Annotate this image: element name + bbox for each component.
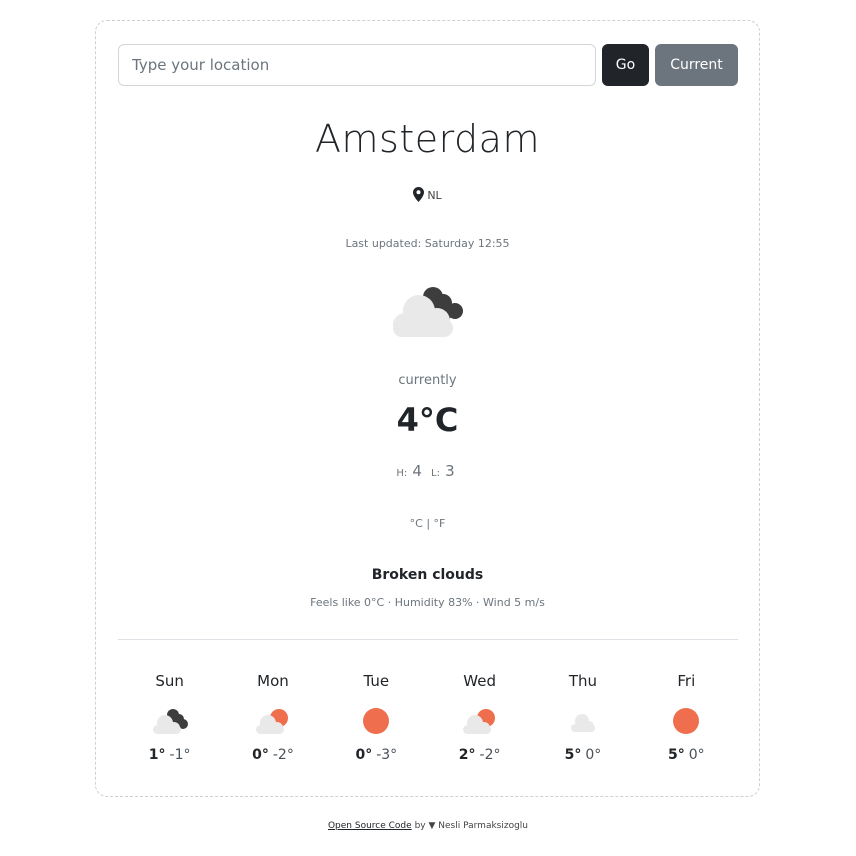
clear-sky-icon — [363, 708, 390, 734]
forecast-high: 0° — [252, 747, 269, 763]
forecast-day-name: Thu — [568, 672, 598, 690]
forecast-low: -3° — [376, 747, 398, 763]
forecast-row: Sun 1° -1° Mon 0° -2° Tue 0° -3° Wed 2° -2° Thu 5° 0° F… — [118, 669, 738, 779]
forecast-day-name: Tue — [363, 672, 390, 690]
current-location-button[interactable]: Current — [655, 44, 738, 86]
low-value: 3 — [445, 462, 455, 480]
forecast-day: Tue 0° -3° — [325, 669, 428, 779]
footer: Open Source Code by ▼ Nesli Parmaksizogl… — [0, 821, 856, 831]
map-pin-icon — [413, 187, 425, 202]
weather-description: Broken clouds — [371, 567, 484, 583]
forecast-high: 1° — [148, 747, 166, 763]
forecast-day: Mon 0° -2° — [221, 669, 324, 779]
heart-icon: ▼ — [428, 821, 436, 831]
forecast-temps: 0° -3° — [325, 747, 428, 763]
country-row: NL — [96, 187, 759, 202]
few-clouds-icon — [255, 709, 288, 734]
unit-toggle: °C | °F — [96, 517, 759, 530]
broken-clouds-icon — [393, 287, 463, 337]
celsius-toggle[interactable]: °C — [410, 517, 423, 530]
country-code: NL — [427, 189, 442, 202]
forecast-temps: 5° 0° — [635, 747, 738, 763]
forecast-temps: 1° -1° — [118, 747, 221, 763]
forecast-day: Wed 2° -2° — [428, 669, 531, 779]
forecast-day-name: Mon — [257, 672, 289, 690]
forecast-low: 0° — [688, 747, 705, 763]
forecast-day-name: Sun — [155, 672, 184, 690]
forecast-day: Sun 1° -1° — [118, 669, 221, 779]
forecast-temps: 0° -2° — [221, 747, 324, 763]
forecast-temps: 2° -2° — [428, 747, 531, 763]
forecast-low: 0° — [585, 747, 602, 763]
forecast-high: 5° — [667, 747, 685, 763]
forecast-low: -2° — [272, 747, 294, 763]
forecast-day-name: Wed — [463, 672, 496, 690]
search-row: Go Current — [118, 44, 738, 86]
forecast-high: 2° — [458, 747, 476, 763]
forecast-low: -2° — [479, 747, 501, 763]
forecast-low: -1° — [169, 747, 191, 763]
current-temperature: 4°C — [396, 401, 459, 439]
weather-details: Feels like 0°C · Humidity 83% · Wind 5 m… — [310, 596, 545, 609]
city-name: Amsterdam — [315, 117, 540, 161]
go-button[interactable]: Go — [602, 44, 649, 86]
high-label: H: — [396, 468, 408, 479]
unit-separator: | — [426, 517, 431, 530]
last-updated: Last updated: Saturday 12:55 — [345, 237, 510, 250]
footer-by: by — [414, 821, 426, 831]
forecast-high: 0° — [355, 747, 373, 763]
high-value: 4 — [412, 462, 422, 480]
forecast-day-name: Fri — [677, 672, 696, 690]
fahrenheit-toggle[interactable]: °F — [434, 517, 446, 530]
broken-clouds-icon — [152, 709, 188, 734]
forecast-temps: 5° 0° — [531, 747, 634, 763]
forecast-high: 5° — [564, 747, 582, 763]
footer-author: Nesli Parmaksizoglu — [438, 821, 529, 831]
search-input[interactable] — [118, 44, 596, 86]
currently-label: currently — [398, 373, 457, 388]
weather-card: Go Current Amsterdam NL Last updated: Sa… — [95, 20, 760, 797]
forecast-day: Thu 5° 0° — [531, 669, 634, 779]
high-low: H: 4 L: 3 — [96, 461, 759, 480]
low-label: L: — [431, 468, 440, 479]
cloud-icon — [570, 714, 595, 732]
clear-sky-icon — [673, 708, 700, 734]
few-clouds-icon — [462, 709, 495, 734]
divider — [118, 639, 738, 640]
forecast-day: Fri 5° 0° — [635, 669, 738, 779]
source-code-link[interactable]: Open Source Code — [328, 821, 412, 831]
